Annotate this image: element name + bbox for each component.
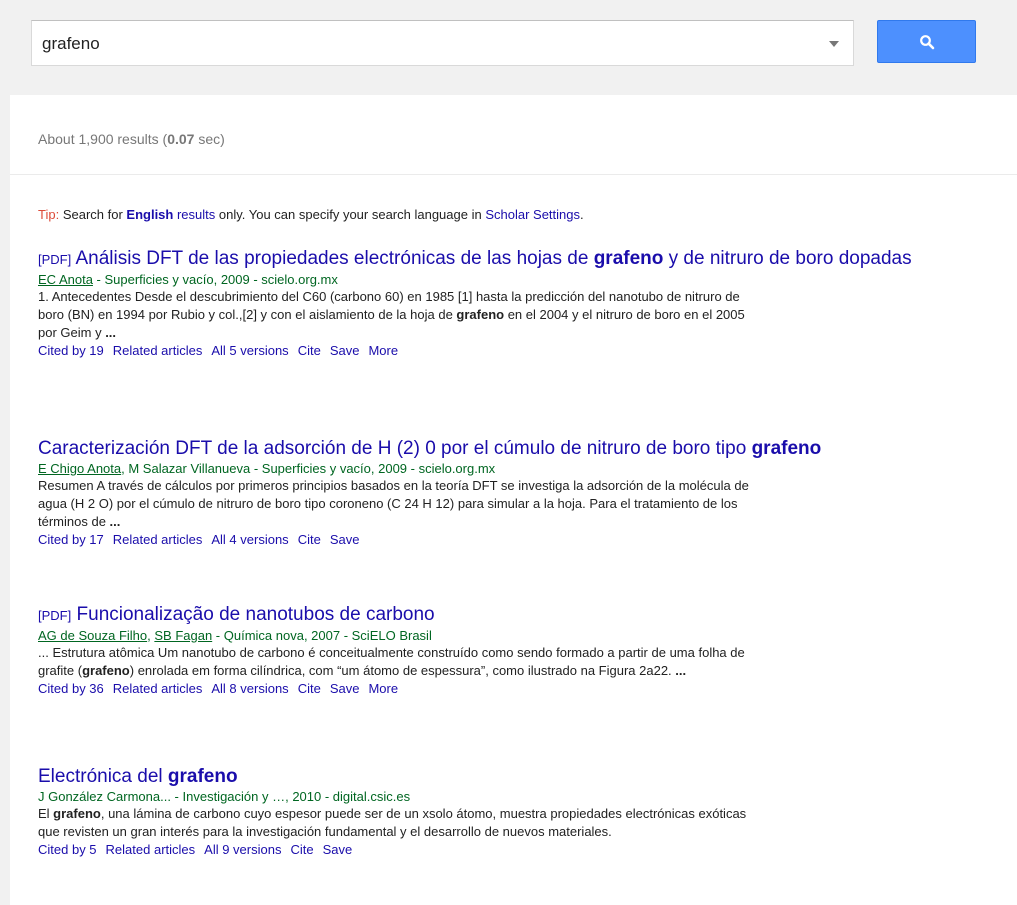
result-stats: About 1,900 results (0.07 sec) bbox=[38, 131, 225, 147]
search-input[interactable] bbox=[42, 31, 802, 57]
search-header bbox=[10, 0, 1017, 96]
author-link[interactable]: SB Fagan bbox=[154, 628, 212, 643]
stats-prefix: About 1,900 results ( bbox=[38, 131, 168, 147]
result-title-link[interactable]: [PDF] Análisis DFT de las propiedades el… bbox=[38, 247, 1017, 271]
result-title-link[interactable]: [PDF] Funcionalização de nanotubos de ca… bbox=[38, 603, 1017, 627]
all-versions-link[interactable]: All 4 versions bbox=[211, 532, 288, 547]
result-meta: AG de Souza Filho, SB Fagan - Química no… bbox=[38, 628, 432, 643]
result-links: Cited by 19 Related articles All 5 version… bbox=[38, 342, 1017, 360]
save-link[interactable]: Save bbox=[323, 842, 353, 857]
tip-label: Tip: bbox=[38, 207, 60, 222]
stats-bar: About 1,900 results (0.07 sec) bbox=[10, 95, 1017, 175]
cite-link[interactable]: Cite bbox=[290, 842, 313, 857]
result-snippet: ... Estrutura atômica Um nanotubo de car… bbox=[38, 645, 745, 678]
tip-text: only. You can specify your search langua… bbox=[215, 207, 486, 222]
related-articles-link[interactable]: Related articles bbox=[113, 343, 203, 358]
result-meta: E Chigo Anota, M Salazar Villanueva - Su… bbox=[38, 461, 496, 476]
result-links: Cited by 36 Related articles All 8 version… bbox=[38, 680, 1017, 698]
dropdown-arrow-icon[interactable] bbox=[829, 41, 839, 47]
result-title-link[interactable]: Electrónica del grafeno bbox=[38, 765, 1017, 788]
author-link[interactable]: AG de Souza Filho bbox=[38, 628, 147, 643]
author-link[interactable]: E Chigo Anota bbox=[38, 461, 121, 476]
result-meta: EC Anota - Superficies y vacío, 2009 - s… bbox=[38, 272, 338, 287]
cite-link[interactable]: Cite bbox=[298, 681, 321, 696]
result-snippet: Resumen A través de cálculos por primero… bbox=[38, 478, 749, 529]
stats-suffix: sec) bbox=[194, 131, 225, 147]
search-result: Electrónica del grafeno J González Carmo… bbox=[38, 765, 1017, 859]
search-button[interactable] bbox=[877, 20, 976, 63]
cite-link[interactable]: Cite bbox=[298, 532, 321, 547]
pdf-tag: [PDF] bbox=[38, 608, 72, 623]
search-result: [PDF] Análisis DFT de las propiedades el… bbox=[38, 247, 1017, 360]
result-links: Cited by 5 Related articles All 9 versions… bbox=[38, 841, 1017, 859]
more-link[interactable]: More bbox=[368, 343, 398, 358]
save-link[interactable]: Save bbox=[330, 343, 360, 358]
search-result: Caracterización DFT de la adsorción de H… bbox=[38, 437, 1017, 549]
search-box[interactable] bbox=[31, 20, 854, 66]
result-snippet: 1. Antecedentes Desde el descubrimiento … bbox=[38, 289, 745, 340]
tip-text: Search for bbox=[59, 207, 127, 222]
related-articles-link[interactable]: Related articles bbox=[106, 842, 196, 857]
result-snippet: El grafeno, una lámina de carbono cuyo e… bbox=[38, 806, 747, 839]
more-link[interactable]: More bbox=[368, 681, 398, 696]
scholar-settings-link[interactable]: Scholar Settings bbox=[485, 207, 580, 222]
all-versions-link[interactable]: All 8 versions bbox=[211, 681, 288, 696]
cited-by-link[interactable]: Cited by 19 bbox=[38, 343, 104, 358]
author-link[interactable]: EC Anota bbox=[38, 272, 93, 287]
save-link[interactable]: Save bbox=[330, 532, 360, 547]
related-articles-link[interactable]: Related articles bbox=[113, 532, 203, 547]
cited-by-link[interactable]: Cited by 17 bbox=[38, 532, 104, 547]
all-versions-link[interactable]: All 9 versions bbox=[204, 842, 281, 857]
cited-by-link[interactable]: Cited by 5 bbox=[38, 842, 97, 857]
page: About 1,900 results (0.07 sec) Tip: Sear… bbox=[0, 0, 1017, 905]
pdf-tag: [PDF] bbox=[38, 252, 72, 267]
all-versions-link[interactable]: All 5 versions bbox=[211, 343, 288, 358]
language-tip: Tip: Search for English results only. Yo… bbox=[38, 207, 584, 222]
related-articles-link[interactable]: Related articles bbox=[113, 681, 203, 696]
search-icon bbox=[920, 35, 935, 50]
cited-by-link[interactable]: Cited by 36 bbox=[38, 681, 104, 696]
result-title-link[interactable]: Caracterización DFT de la adsorción de H… bbox=[38, 437, 1017, 460]
result-meta: J González Carmona... - Investigación y … bbox=[38, 789, 411, 804]
stats-time: 0.07 bbox=[167, 131, 195, 147]
english-results-link[interactable]: English results bbox=[126, 207, 215, 222]
results-content: About 1,900 results (0.07 sec) Tip: Sear… bbox=[10, 95, 1017, 905]
save-link[interactable]: Save bbox=[330, 681, 360, 696]
cite-link[interactable]: Cite bbox=[298, 343, 321, 358]
search-result: [PDF] Funcionalização de nanotubos de ca… bbox=[38, 603, 1017, 698]
result-links: Cited by 17 Related articles All 4 version… bbox=[38, 531, 1017, 549]
